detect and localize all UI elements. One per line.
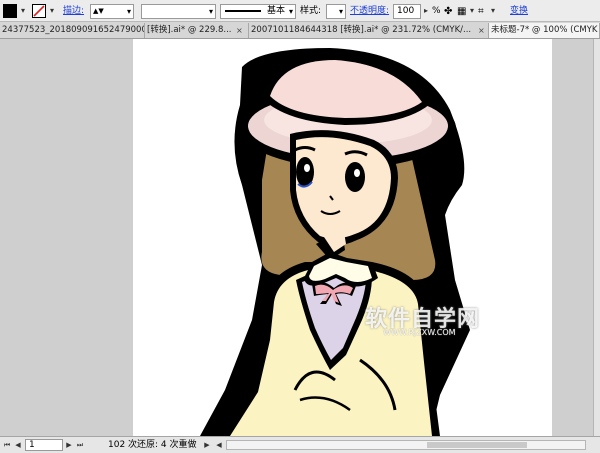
stroke-weight-field[interactable]: ▲▼ ▾ (90, 4, 134, 19)
close-icon[interactable]: × (478, 23, 485, 38)
horizontal-scrollbar[interactable] (226, 440, 586, 450)
tab-document-2[interactable]: [转换].ai* @ 229.8... (145, 23, 249, 38)
control-bar: ▾ ▾ 描边: ▲▼ ▾ ▾ 基本 ▾ 样式: ▾ 不透明度: 100 ▸ % … (0, 0, 600, 22)
transform-icon[interactable]: ⌗ (478, 4, 484, 19)
variable-width-profile[interactable]: ▾ (141, 4, 216, 19)
opacity-unit: % (432, 6, 441, 16)
chevron-down-icon: ▾ (208, 7, 213, 16)
first-artboard-icon[interactable]: ⏮ (2, 439, 12, 451)
vertical-scrollbar[interactable] (593, 39, 600, 436)
fill-swatch-icon[interactable] (3, 4, 17, 18)
align-grid-icon[interactable]: ▦ (457, 4, 466, 19)
status-menu-arrow-icon[interactable]: ▶ (202, 439, 212, 451)
opacity-input[interactable]: 100 (393, 4, 421, 19)
prev-artboard-icon[interactable]: ◀ (13, 439, 23, 451)
recolor-icon[interactable]: ✤ (444, 4, 452, 19)
stroke-none-icon[interactable] (32, 4, 46, 18)
chevron-down-icon[interactable]: ▾ (488, 4, 498, 19)
style-label: 样式: (300, 6, 322, 16)
artboard-number-input[interactable]: 1 (25, 439, 63, 451)
close-icon[interactable]: × (236, 23, 243, 38)
stroke-dropdown-arrow[interactable]: ▾ (47, 4, 57, 19)
watermark-url: WWW.RJZXW.COM (383, 328, 456, 337)
status-bar: ⏮ ◀ 1 ▶ ⏭ 102 次还原: 4 次重做 ▶ ◀ (0, 436, 600, 453)
girl-illustration (200, 48, 470, 436)
transform-link[interactable]: 变换 (510, 4, 528, 19)
tab-document-active[interactable]: 未标题-7* @ 100% (CMYK (489, 23, 600, 38)
chevron-down-icon: ▾ (288, 7, 293, 16)
opacity-label[interactable]: 不透明度: (350, 4, 389, 19)
graphic-style-picker[interactable]: ▾ (326, 4, 346, 19)
none-slash-icon (33, 5, 45, 17)
chevron-down-icon: ▾ (338, 7, 343, 16)
brush-label: 基本 (267, 6, 286, 16)
workspace: 软件自学网 WWW.RJZXW.COM (0, 39, 600, 436)
scroll-left-icon[interactable]: ◀ (214, 439, 224, 451)
opacity-dropdown-arrow[interactable]: ▸ (421, 4, 431, 19)
undo-info: 102 次还原: 4 次重做 (108, 440, 197, 450)
artboard: 软件自学网 WWW.RJZXW.COM (133, 39, 552, 436)
tab-document-3[interactable]: 2007101184644318 [转换].ai* @ 231.72% (CMY… (249, 23, 489, 38)
document-tabs: 24377523_20180909165247900000 [转换].ai* @… (0, 22, 600, 39)
tab-document-1[interactable]: 24377523_20180909165247900000 (0, 23, 145, 38)
stepper-icon: ▲▼ (93, 7, 104, 15)
stroke-label[interactable]: 描边: (63, 4, 84, 19)
brush-stroke-preview (225, 10, 261, 12)
brush-definition[interactable]: 基本 ▾ (220, 4, 296, 19)
fill-dropdown-arrow[interactable]: ▾ (18, 4, 28, 19)
next-artboard-icon[interactable]: ▶ (64, 439, 74, 451)
scroll-thumb[interactable] (427, 442, 527, 448)
chevron-down-icon[interactable]: ▾ (467, 4, 477, 19)
last-artboard-icon[interactable]: ⏭ (75, 439, 85, 451)
chevron-down-icon: ▾ (126, 7, 131, 16)
